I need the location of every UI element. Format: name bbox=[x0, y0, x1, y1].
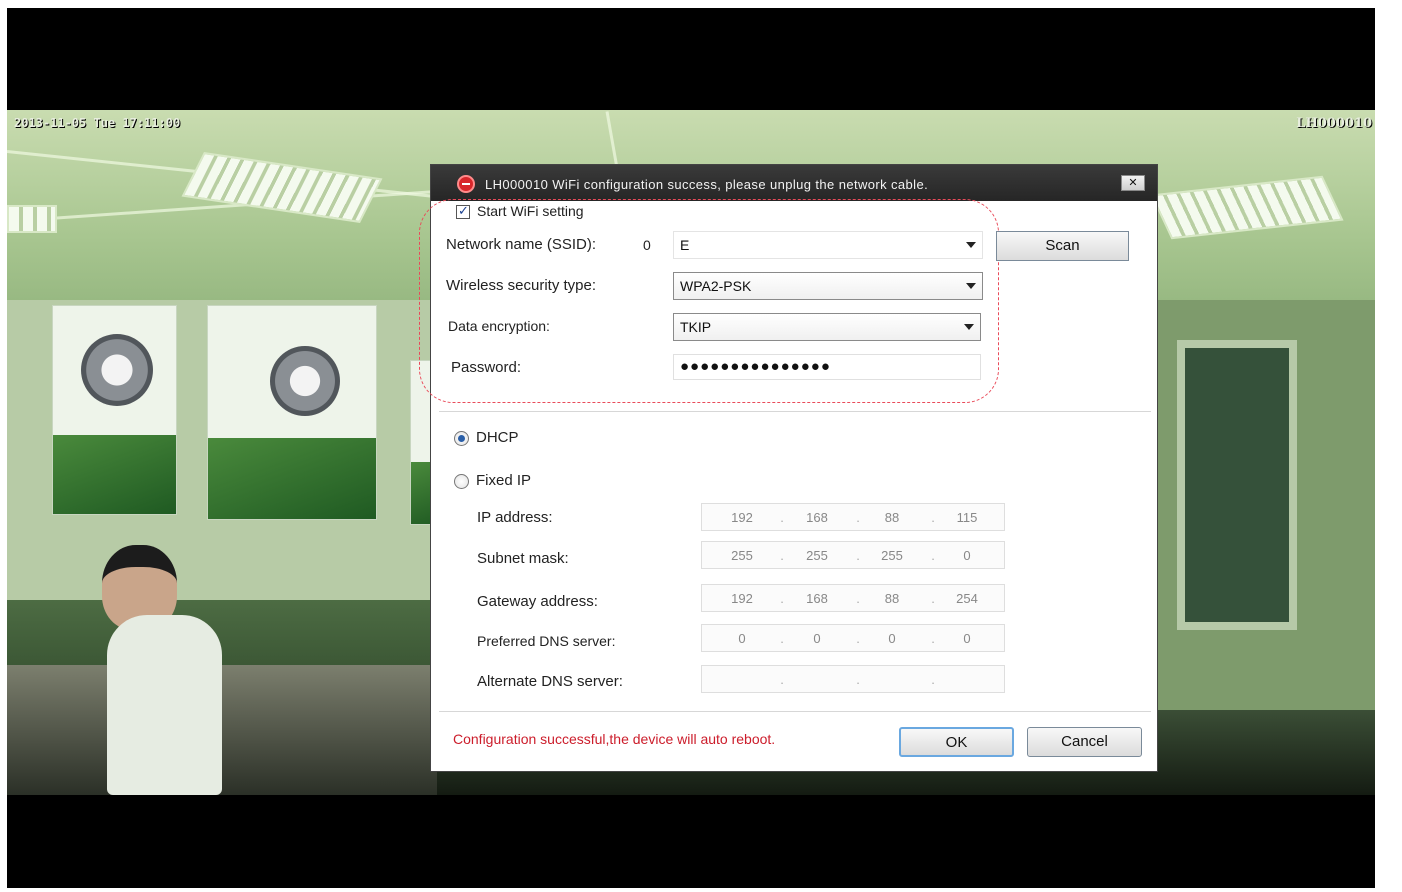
gateway-octet: 88 bbox=[884, 591, 900, 606]
security-type-label: Wireless security type: bbox=[446, 277, 597, 294]
dns-octet: 0 bbox=[888, 631, 896, 646]
section-divider bbox=[439, 711, 1151, 712]
chevron-down-icon[interactable] bbox=[966, 242, 976, 248]
fixed-ip-radio[interactable] bbox=[454, 474, 469, 489]
ip-octet: 168 bbox=[806, 510, 828, 525]
chevron-down-icon[interactable] bbox=[966, 283, 976, 289]
product-poster bbox=[207, 305, 377, 520]
ip-dot: . bbox=[780, 548, 784, 563]
ip-dot: . bbox=[931, 510, 935, 525]
subnet-octet: 255 bbox=[806, 548, 828, 563]
ip-dot: . bbox=[931, 672, 935, 687]
encryption-value: TKIP bbox=[680, 319, 712, 335]
osd-camera-id: LH000010 bbox=[1296, 116, 1372, 131]
cancel-button[interactable]: Cancel bbox=[1027, 727, 1142, 757]
poster-band bbox=[53, 434, 176, 514]
ip-octet: 192 bbox=[731, 510, 753, 525]
window bbox=[1177, 340, 1297, 630]
ssid-value: E bbox=[680, 237, 690, 253]
ip-octet: 88 bbox=[884, 510, 900, 525]
subnet-octet: 255 bbox=[731, 548, 753, 563]
desk bbox=[7, 665, 437, 795]
preferred-dns-field[interactable]: 0 . 0 . 0 . 0 bbox=[701, 624, 1005, 652]
ip-dot: . bbox=[856, 631, 860, 646]
dns-octet: 0 bbox=[738, 631, 746, 646]
wifi-config-dialog: LH000010 WiFi configuration success, ple… bbox=[419, 164, 1158, 772]
person-body bbox=[107, 615, 222, 795]
ssid-label: Network name (SSID): bbox=[446, 236, 597, 253]
ip-dot: . bbox=[780, 510, 784, 525]
ssid-prefix: 0 bbox=[643, 237, 651, 253]
ip-dot: . bbox=[856, 510, 860, 525]
gateway-octet: 254 bbox=[956, 591, 978, 606]
start-wifi-checkbox[interactable] bbox=[456, 203, 470, 219]
camera-product-image bbox=[81, 334, 153, 406]
ip-dot: . bbox=[856, 672, 860, 687]
subnet-octet: 0 bbox=[963, 548, 971, 563]
dialog-title: LH000010 WiFi configuration success, ple… bbox=[485, 177, 929, 192]
alternate-dns-field[interactable]: . . . bbox=[701, 665, 1005, 693]
gateway-field[interactable]: 192 . 168 . 88 . 254 bbox=[701, 584, 1005, 612]
scan-button[interactable]: Scan bbox=[996, 231, 1129, 261]
chevron-down-icon[interactable] bbox=[964, 324, 974, 330]
dialog-titlebar: LH000010 WiFi configuration success, ple… bbox=[431, 165, 1157, 201]
status-message: Configuration successful,the device will… bbox=[453, 731, 776, 747]
ip-dot: . bbox=[780, 631, 784, 646]
dhcp-label: DHCP bbox=[476, 429, 519, 446]
stop-icon bbox=[457, 175, 475, 193]
ip-dot: . bbox=[780, 672, 784, 687]
section-divider bbox=[439, 411, 1151, 412]
preferred-dns-label: Preferred DNS server: bbox=[477, 633, 616, 649]
osd-datetime: 2013-11-05 Tue 17:11:00 bbox=[14, 116, 181, 130]
ceiling-lamp bbox=[7, 205, 57, 233]
ip-dot: . bbox=[931, 548, 935, 563]
ip-dot: . bbox=[856, 548, 860, 563]
close-button[interactable]: ✕ bbox=[1121, 175, 1145, 191]
encryption-select[interactable]: TKIP bbox=[673, 313, 981, 341]
product-poster bbox=[52, 305, 177, 515]
ip-dot: . bbox=[780, 591, 784, 606]
ip-dot: . bbox=[856, 591, 860, 606]
encryption-label: Data encryption: bbox=[448, 318, 550, 334]
ip-address-field[interactable]: 192 . 168 . 88 . 115 bbox=[701, 503, 1005, 531]
gateway-label: Gateway address: bbox=[477, 593, 598, 610]
ip-address-label: IP address: bbox=[477, 509, 553, 526]
subnet-mask-label: Subnet mask: bbox=[477, 550, 569, 567]
ip-dot: . bbox=[931, 631, 935, 646]
dns-octet: 0 bbox=[813, 631, 821, 646]
poster-band bbox=[208, 438, 376, 519]
password-field[interactable]: ●●●●●●●●●●●●●●● bbox=[673, 354, 981, 380]
dns-octet: 0 bbox=[963, 631, 971, 646]
ok-button[interactable]: OK bbox=[899, 727, 1014, 757]
gateway-octet: 192 bbox=[731, 591, 753, 606]
security-type-select[interactable]: WPA2-PSK bbox=[673, 272, 983, 300]
dhcp-radio[interactable] bbox=[454, 431, 469, 446]
ip-dot: . bbox=[931, 591, 935, 606]
camera-product-image bbox=[270, 346, 340, 416]
ip-octet: 115 bbox=[956, 510, 978, 525]
alternate-dns-label: Alternate DNS server: bbox=[477, 673, 623, 690]
gateway-octet: 168 bbox=[806, 591, 828, 606]
fixed-ip-label: Fixed IP bbox=[476, 472, 532, 489]
subnet-mask-field[interactable]: 255 . 255 . 255 . 0 bbox=[701, 541, 1005, 569]
start-wifi-label: Start WiFi setting bbox=[477, 203, 584, 219]
subnet-octet: 255 bbox=[881, 548, 903, 563]
security-type-value: WPA2-PSK bbox=[680, 278, 752, 294]
ssid-combobox[interactable]: E bbox=[673, 231, 983, 259]
password-label: Password: bbox=[451, 359, 522, 376]
